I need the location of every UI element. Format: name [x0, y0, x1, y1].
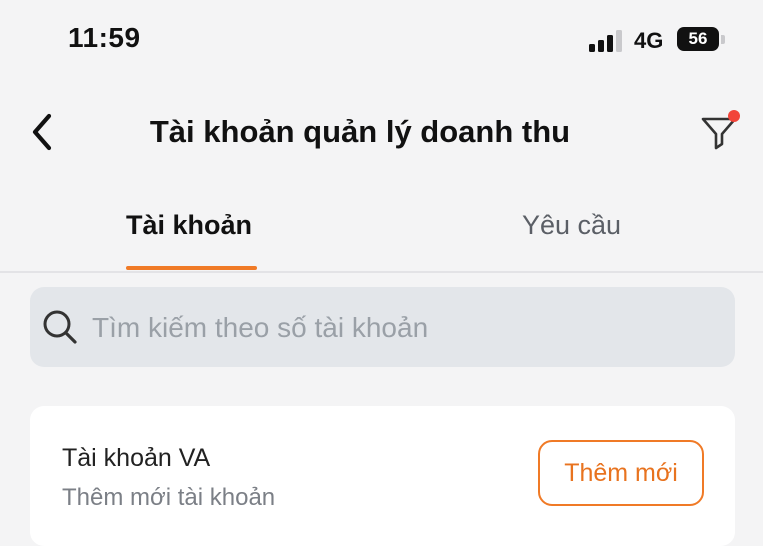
search-box[interactable]: [30, 287, 735, 367]
tab-requests[interactable]: Yêu cầu: [522, 210, 621, 241]
battery-cap: [721, 35, 725, 44]
battery-level: 56: [688, 29, 708, 48]
search-icon: [43, 310, 77, 344]
status-time: 11:59: [68, 22, 141, 53]
signal-strength-icon: [589, 30, 622, 52]
tab-accounts[interactable]: Tài khoản: [126, 210, 252, 241]
network-type: 4G: [634, 28, 664, 53]
filter-button[interactable]: [697, 110, 743, 156]
active-tab-indicator: [126, 266, 257, 270]
chevron-left-icon: [32, 113, 52, 151]
filter-badge: [728, 110, 740, 122]
search-input[interactable]: [90, 305, 714, 351]
account-card: Tài khoản VA Thêm mới tài khoản Thêm mới: [30, 406, 735, 546]
add-new-button[interactable]: Thêm mới: [538, 440, 704, 506]
battery-icon: 56: [677, 27, 719, 51]
back-button[interactable]: [22, 110, 62, 154]
account-card-subtitle: Thêm mới tài khoản: [62, 484, 276, 511]
page-title: Tài khoản quản lý doanh thu: [149, 114, 571, 149]
tab-divider: [0, 271, 763, 273]
account-card-title: Tài khoản VA: [62, 444, 211, 472]
